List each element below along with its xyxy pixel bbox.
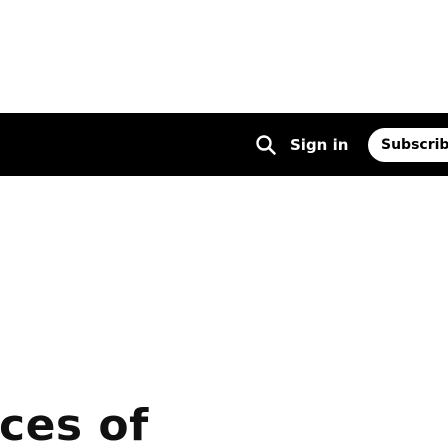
page: Sign in Subscribe ces of <box>0 0 448 448</box>
search-button[interactable] <box>252 131 280 159</box>
subscribe-button[interactable]: Subscribe <box>368 128 448 162</box>
headline-text: ces of <box>0 400 149 448</box>
sign-in-link[interactable]: Sign in <box>290 133 348 157</box>
top-whitespace <box>0 0 448 113</box>
search-icon <box>256 135 276 155</box>
